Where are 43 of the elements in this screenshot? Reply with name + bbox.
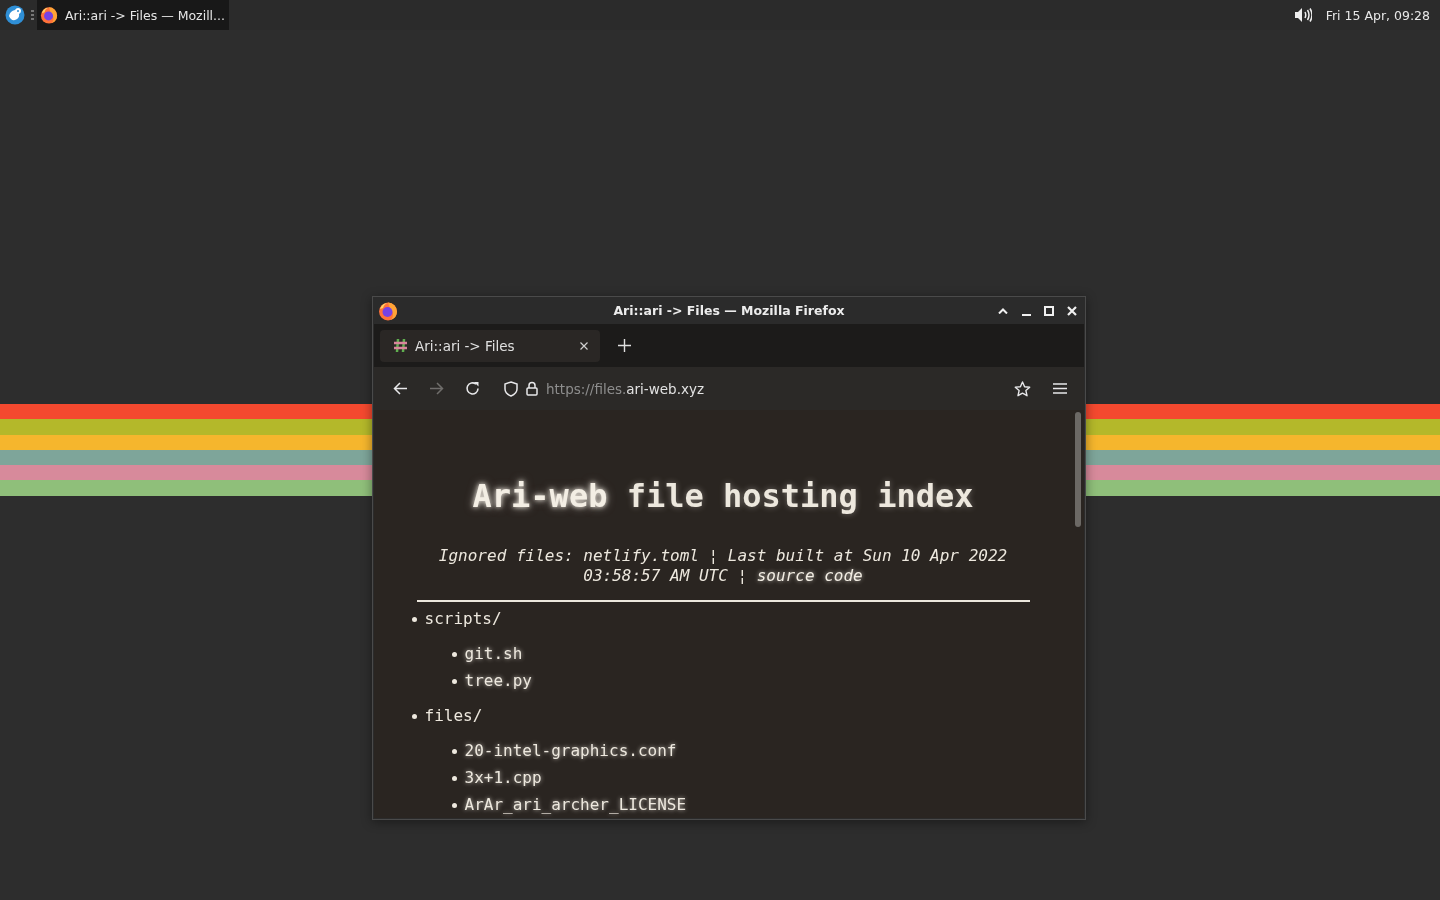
folder-name: scripts/ <box>424 609 502 629</box>
browser-logo-icon <box>40 6 58 24</box>
minimize-icon <box>1021 313 1031 316</box>
menu-icon <box>1053 383 1067 394</box>
arrow-left-icon <box>392 382 408 395</box>
bullet-icon <box>411 616 417 622</box>
window-title: Ari::ari -> Files — Mozilla Firefox <box>613 303 845 318</box>
file-link[interactable]: tree.py <box>464 671 532 691</box>
plus-icon <box>617 339 631 352</box>
home-link[interactable]: Ari-web <box>472 477 608 515</box>
hash-icon <box>393 338 408 353</box>
bullet-icon <box>451 651 457 657</box>
drag-handle-icon[interactable] <box>31 10 34 20</box>
file-link[interactable]: ArAr_ari_archer_LICENSE <box>464 795 687 815</box>
reload-icon <box>464 381 480 396</box>
close-icon <box>1067 305 1077 316</box>
browser-logo-icon <box>378 300 398 321</box>
close-icon <box>580 341 588 350</box>
bullet-icon <box>411 713 417 719</box>
taskbar-button[interactable]: Ari::ari -> Files — Mozill... <box>37 0 229 30</box>
maximize-icon <box>1044 305 1054 316</box>
browser-tab[interactable]: Ari::ari -> Files <box>380 329 600 362</box>
clock: Fri 15 Apr, 09:28 <box>1325 7 1430 23</box>
build-info: Ignored files: netlify.toml ¦ Last built at Sun 10 Apr 2022 03:58:57 AM UTC ¦ source code <box>437 546 1009 586</box>
shield-icon[interactable] <box>504 380 518 397</box>
bullet-icon <box>451 748 457 754</box>
scrollbar-thumb[interactable] <box>1075 412 1081 527</box>
bullet-icon <box>451 775 457 781</box>
star-icon <box>1013 380 1031 397</box>
lock-icon[interactable] <box>526 381 538 396</box>
app-menu-icon[interactable] <box>5 5 25 25</box>
file-link[interactable]: 3x+1.cpp <box>464 768 542 788</box>
file-link[interactable]: 20-intel-graphics.conf <box>464 741 677 761</box>
caret-up-icon <box>998 307 1008 314</box>
source-code-link[interactable]: source code <box>756 566 863 585</box>
url-text[interactable]: https://files.ari-web.xyz <box>546 380 704 397</box>
file-link[interactable]: git.sh <box>464 644 523 664</box>
arrow-right-icon <box>428 382 444 395</box>
page-heading: Ari-web file hosting index <box>471 477 975 515</box>
folder-name: files/ <box>424 706 483 726</box>
bullet-icon <box>451 802 457 808</box>
bullet-icon <box>451 678 457 684</box>
volume-icon[interactable] <box>1293 7 1312 23</box>
